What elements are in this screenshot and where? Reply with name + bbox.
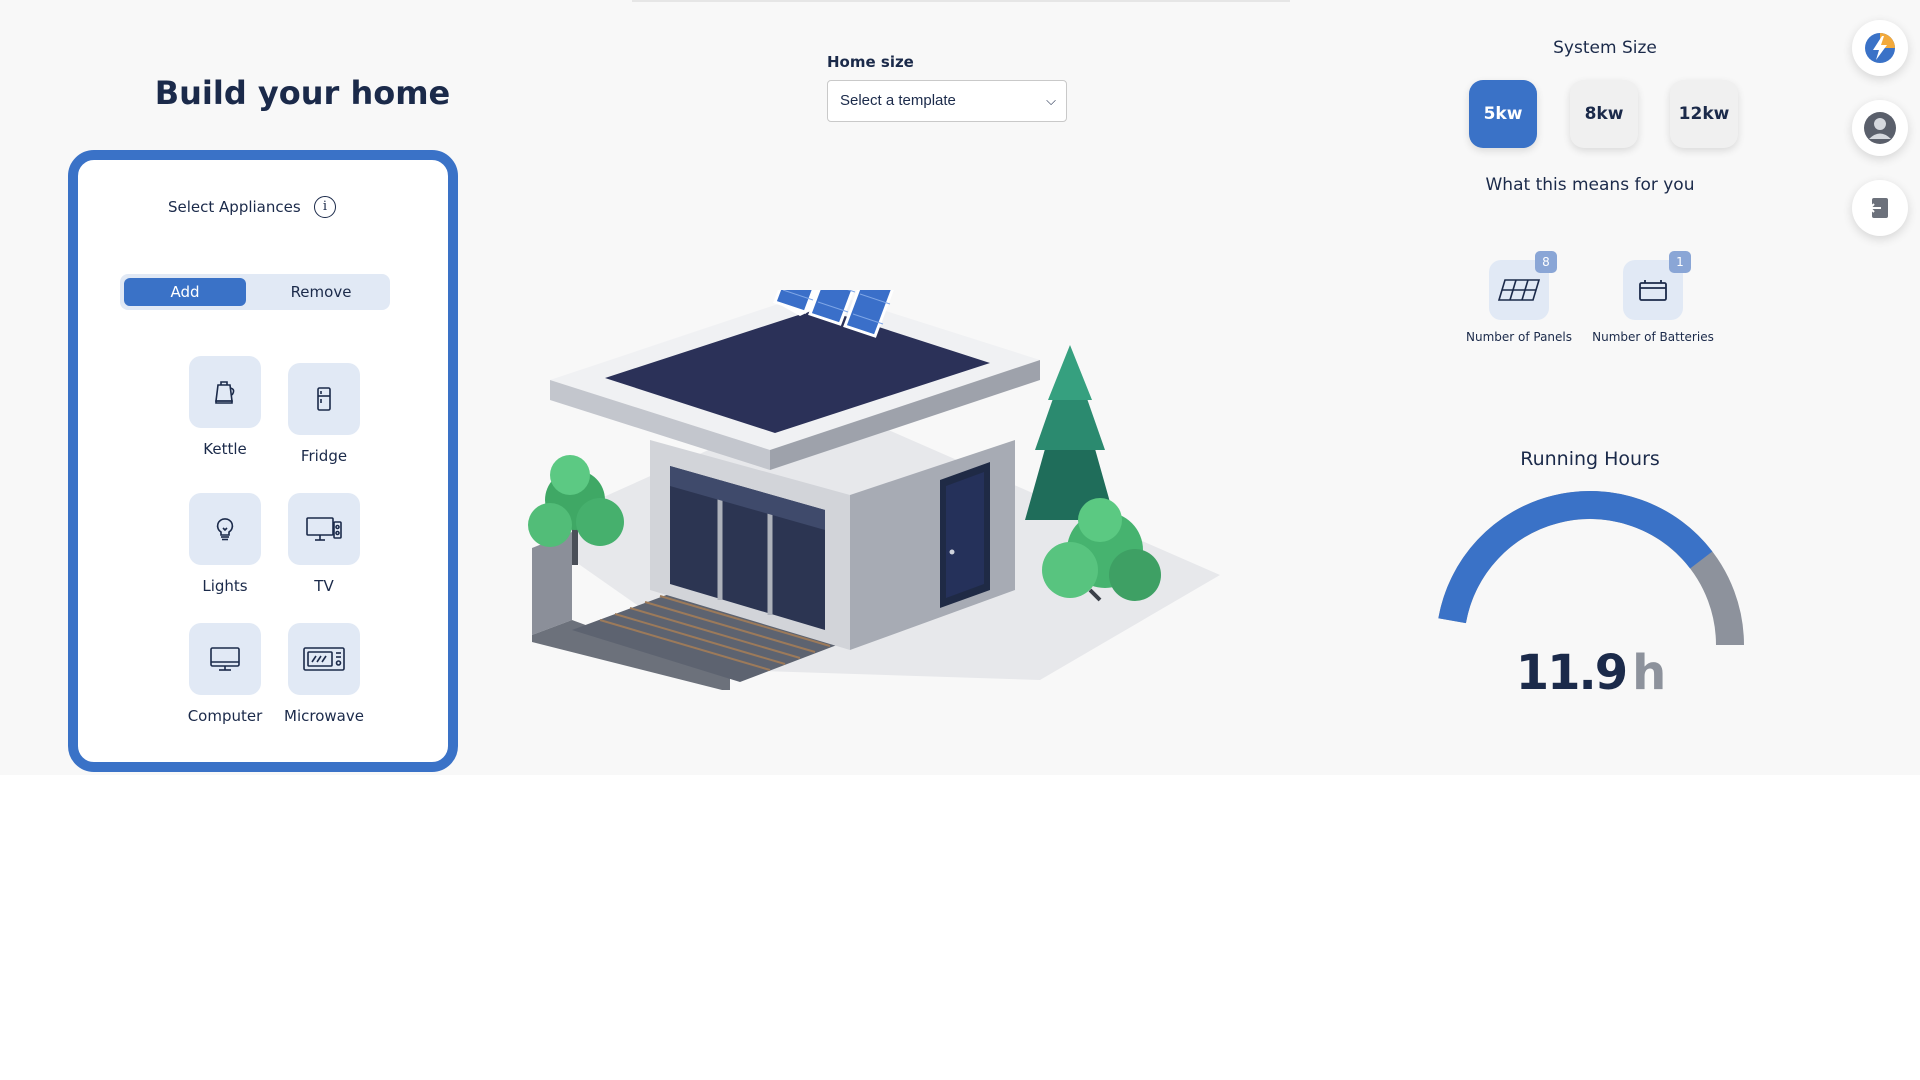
system-size-8kw-button[interactable]: 8kw <box>1570 80 1638 148</box>
top-divider <box>632 0 1290 2</box>
appliance-microwave[interactable]: Microwave <box>269 623 379 725</box>
remove-toggle-button[interactable]: Remove <box>256 278 386 306</box>
running-hours-unit: h <box>1632 645 1666 701</box>
running-hours-value: 11.9 h <box>1440 645 1740 701</box>
stat-tile: 8 <box>1489 251 1557 320</box>
app-logo-icon <box>1865 33 1895 63</box>
appliance-label: Fridge <box>300 447 348 465</box>
select-appliances-label: Select Appliances <box>168 198 301 216</box>
appliance-tile[interactable] <box>288 623 360 695</box>
appliance-tile[interactable] <box>189 623 261 695</box>
system-size-12kw-button[interactable]: 12kw <box>1670 80 1738 148</box>
appliance-tile[interactable] <box>288 363 360 435</box>
page-title: Build your home <box>154 74 451 112</box>
battery-icon <box>1639 280 1667 301</box>
panels-label: Number of Panels <box>1465 330 1573 344</box>
panels-stat: 8 Number of Panels <box>1454 251 1584 344</box>
home-size-selected: Select a template <box>840 92 956 109</box>
batteries-label: Number of Batteries <box>1592 330 1714 344</box>
running-hours-title: Running Hours <box>1520 448 1660 470</box>
solar-panel-icon <box>1497 279 1541 301</box>
add-remove-toggle: Add Remove <box>120 274 390 310</box>
appliances-panel: Select Appliances i Add Remove Kettle Fr… <box>68 150 458 772</box>
system-size-5kw-button[interactable]: 5kw <box>1469 80 1537 148</box>
appliance-lights[interactable]: Lights <box>170 493 280 595</box>
appliance-tv[interactable]: TV <box>269 493 379 595</box>
kettle-icon <box>215 381 235 404</box>
gauge-fill <box>1438 491 1713 624</box>
lightbulb-icon <box>216 518 234 541</box>
fridge-icon <box>317 387 331 411</box>
info-icon[interactable]: i <box>314 196 336 218</box>
appliance-label: Kettle <box>203 440 247 458</box>
appliance-label: Computer <box>187 707 263 725</box>
appliance-tile[interactable] <box>189 356 261 428</box>
add-toggle-button[interactable]: Add <box>124 278 246 306</box>
home-size-select[interactable]: Select a template ⌵ <box>827 80 1067 122</box>
home-size-label: Home size <box>827 53 914 71</box>
running-hours-number: 11.9 <box>1515 645 1628 701</box>
stat-tile: 1 <box>1623 251 1691 320</box>
microwave-icon <box>303 647 345 671</box>
appliance-fridge[interactable]: Fridge <box>269 363 379 465</box>
appliance-tile[interactable] <box>189 493 261 565</box>
logout-button[interactable] <box>1852 180 1908 236</box>
system-size-title: System Size <box>1553 38 1657 58</box>
panels-count-badge: 8 <box>1535 251 1557 273</box>
house-illustration <box>528 290 1220 690</box>
appliance-kettle[interactable]: Kettle <box>170 356 280 458</box>
tv-icon <box>306 517 342 541</box>
app-logo-button[interactable] <box>1852 20 1908 76</box>
user-avatar-icon <box>1864 112 1896 144</box>
appliance-label: TV <box>314 577 334 595</box>
what-this-means-label: What this means for you <box>1485 175 1695 195</box>
appliance-label: Lights <box>202 577 248 595</box>
running-hours-gauge <box>1438 491 1744 646</box>
appliance-label: Microwave <box>284 707 364 725</box>
logout-icon <box>1868 198 1888 218</box>
computer-icon <box>210 647 240 671</box>
appliance-tile[interactable] <box>288 493 360 565</box>
batteries-count-badge: 1 <box>1669 251 1691 273</box>
batteries-stat: 1 Number of Batteries <box>1588 251 1718 344</box>
appliance-computer[interactable]: Computer <box>170 623 280 725</box>
user-avatar-button[interactable] <box>1852 100 1908 156</box>
chevron-down-icon: ⌵ <box>1046 93 1056 108</box>
